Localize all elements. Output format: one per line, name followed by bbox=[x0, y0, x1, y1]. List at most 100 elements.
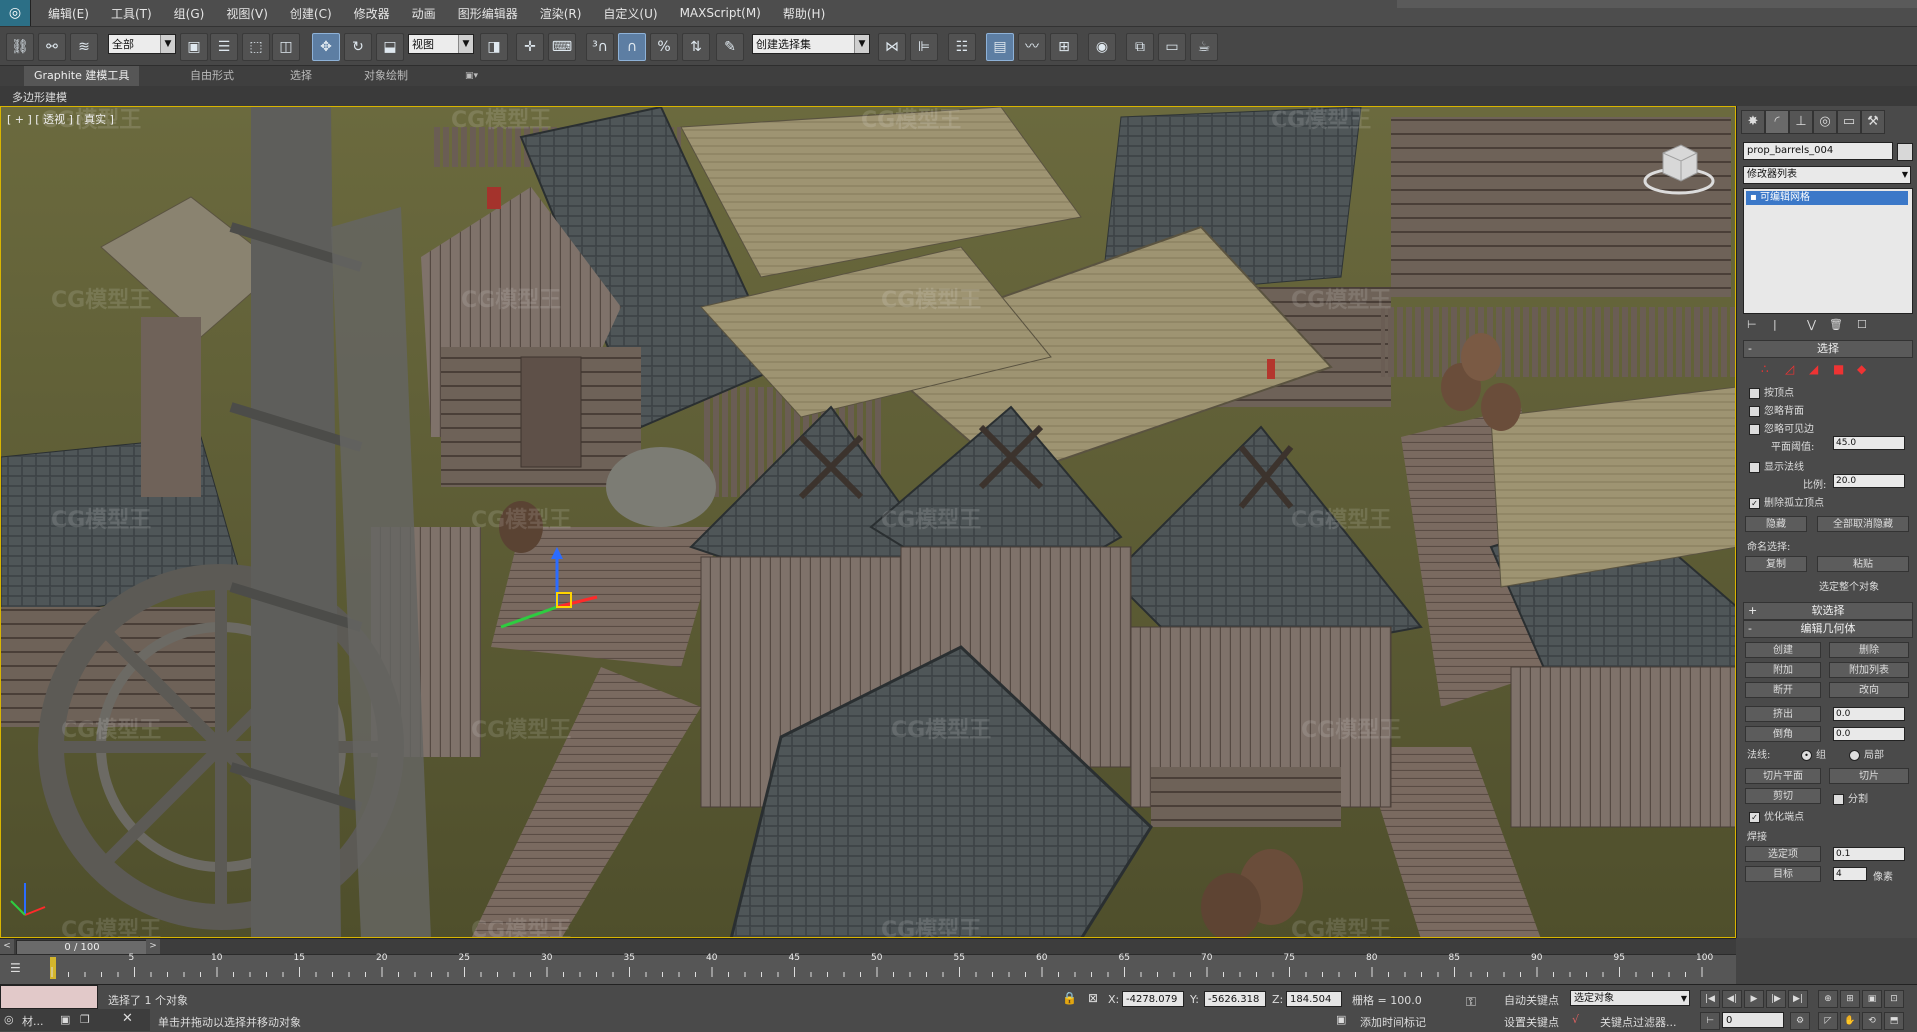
make-unique-icon[interactable]: ⋁ bbox=[1807, 318, 1816, 331]
key-selection-dropdown[interactable]: 选定对象 ▼ bbox=[1570, 990, 1690, 1006]
current-frame-field[interactable]: 0 bbox=[1722, 1012, 1784, 1028]
mirror-icon[interactable]: ⋈ bbox=[878, 33, 906, 61]
menu-animation[interactable]: 动画 bbox=[412, 5, 436, 22]
motion-tab-icon[interactable]: ◎ bbox=[1813, 110, 1837, 134]
tab-object-paint[interactable]: 对象绘制 bbox=[354, 66, 418, 86]
menu-rendering[interactable]: 渲染(R) bbox=[540, 5, 582, 22]
time-config-icon[interactable]: ⚙ bbox=[1790, 1012, 1810, 1030]
key-filters-button[interactable]: 关键点过滤器... bbox=[1600, 1014, 1677, 1030]
y-coordinate-field[interactable]: -5626.318 bbox=[1204, 991, 1266, 1007]
script-tab-label[interactable]: 材... bbox=[22, 1013, 44, 1029]
script-tab-icon[interactable]: ◎ bbox=[4, 1013, 14, 1026]
planar-threshold-spinner[interactable]: 45.0 bbox=[1833, 436, 1905, 450]
configure-sets-icon[interactable]: ☐ bbox=[1857, 318, 1867, 331]
absolute-mode-icon[interactable]: ⊠ bbox=[1088, 991, 1098, 1005]
break-button[interactable]: 断开 bbox=[1745, 682, 1821, 698]
window-icon[interactable]: ▣ bbox=[60, 1013, 70, 1026]
subobject-polygon-icon[interactable]: ■ bbox=[1833, 362, 1844, 376]
render-setup-icon[interactable]: ⧉ bbox=[1126, 33, 1154, 61]
remove-modifier-icon[interactable]: 🗑 bbox=[1829, 318, 1843, 331]
weld-target-spinner[interactable]: 4 bbox=[1833, 867, 1867, 881]
utilities-tab-icon[interactable]: ⚒ bbox=[1861, 110, 1885, 134]
field-of-view-icon[interactable]: ◸ bbox=[1818, 1012, 1838, 1030]
zoom-extents-icon[interactable]: ▣ bbox=[1862, 990, 1882, 1008]
app-logo-icon[interactable]: ◎ bbox=[0, 0, 31, 26]
bind-space-warp-icon[interactable]: ≋ bbox=[70, 33, 98, 61]
menu-maxscript[interactable]: MAXScript(M) bbox=[680, 6, 761, 20]
menu-customize[interactable]: 自定义(U) bbox=[603, 5, 657, 22]
graphite-ribbon-icon[interactable]: ▤ bbox=[986, 33, 1014, 61]
menu-edit[interactable]: 编辑(E) bbox=[48, 5, 89, 22]
extrude-button[interactable]: 挤出 bbox=[1745, 706, 1821, 722]
manipulate-icon[interactable]: ✛ bbox=[516, 33, 544, 61]
menu-tools[interactable]: 工具(T) bbox=[111, 5, 152, 22]
polygon-modeling-label[interactable]: 多边形建模 bbox=[12, 89, 67, 105]
subobject-element-icon[interactable]: ◆ bbox=[1857, 362, 1866, 376]
curve-editor-icon[interactable]: 〰 bbox=[1018, 33, 1046, 61]
lock-selection-icon[interactable]: 🔒 bbox=[1062, 991, 1077, 1005]
modifier-list-dropdown[interactable]: 修改器列表 ▼ bbox=[1743, 166, 1911, 184]
subobject-vertex-icon[interactable]: ∴ bbox=[1761, 362, 1769, 376]
ignore-backfacing-checkbox[interactable]: 忽略背面 bbox=[1749, 402, 1804, 417]
select-move-icon[interactable]: ✥ bbox=[312, 33, 340, 61]
hide-button[interactable]: 隐藏 bbox=[1745, 516, 1807, 532]
spinner-snap-icon[interactable]: ⇅ bbox=[682, 33, 710, 61]
hierarchy-tab-icon[interactable]: ⊥ bbox=[1789, 110, 1813, 134]
material-editor-icon[interactable]: ◉ bbox=[1088, 33, 1116, 61]
link-icon[interactable]: ⛓ bbox=[6, 33, 34, 61]
menu-create[interactable]: 创建(C) bbox=[290, 5, 332, 22]
delete-isolated-checkbox[interactable]: ✓ 删除孤立顶点 bbox=[1749, 494, 1824, 509]
angle-snap-icon[interactable]: ∩ bbox=[618, 33, 646, 61]
time-tag-icon[interactable]: ▣ bbox=[1336, 1013, 1346, 1026]
next-frame-icon[interactable]: |▶ bbox=[1766, 990, 1786, 1008]
goto-start-icon[interactable]: |◀ bbox=[1700, 990, 1720, 1008]
zoom-icon[interactable]: ⊕ bbox=[1818, 990, 1838, 1008]
goto-end-icon[interactable]: ▶| bbox=[1788, 990, 1808, 1008]
pivot-center-icon[interactable]: ◨ bbox=[480, 33, 508, 61]
restore-icon[interactable]: ❐ bbox=[80, 1013, 90, 1026]
reference-coord-dropdown[interactable]: 视图 ▼ bbox=[408, 34, 474, 54]
rollout-selection[interactable]: - 选择 bbox=[1743, 340, 1913, 358]
weld-threshold-spinner[interactable]: 0.1 bbox=[1833, 847, 1905, 861]
time-slider[interactable]: < 0 / 100 > bbox=[0, 938, 1736, 955]
rect-selection-icon[interactable]: ⬚ bbox=[242, 33, 270, 61]
show-end-result-icon[interactable]: | bbox=[1773, 318, 1777, 331]
bevel-button[interactable]: 倒角 bbox=[1745, 726, 1821, 742]
stack-item-editable-mesh[interactable]: ▪ 可编辑网格 bbox=[1746, 191, 1908, 205]
by-vertex-checkbox[interactable]: 按顶点 bbox=[1749, 384, 1794, 399]
turn-button[interactable]: 改向 bbox=[1829, 682, 1909, 698]
perspective-viewport[interactable]: [ + ] [ 透视 ] [ 真实 ] CG模型王 CG模型王 CG模型王 CG… bbox=[0, 106, 1736, 938]
object-name-field[interactable]: prop_barrels_004 bbox=[1743, 142, 1893, 160]
attach-list-button[interactable]: 附加列表 bbox=[1829, 662, 1909, 678]
tab-freeform[interactable]: 自由形式 bbox=[180, 66, 244, 86]
show-normals-checkbox[interactable]: 显示法线 bbox=[1749, 458, 1804, 473]
align-icon[interactable]: ⊫ bbox=[910, 33, 938, 61]
modify-tab-icon[interactable]: ◜ bbox=[1765, 110, 1789, 134]
prev-frame-icon[interactable]: ◀| bbox=[1722, 990, 1742, 1008]
keyboard-shortcut-override-icon[interactable]: ⌨ bbox=[548, 33, 576, 61]
select-scale-icon[interactable]: ⬓ bbox=[376, 33, 404, 61]
ribbon-options-icon[interactable]: ▣▾ bbox=[455, 66, 488, 86]
slice-plane-button[interactable]: 切片平面 bbox=[1745, 768, 1821, 784]
named-selection-dropdown[interactable]: 创建选择集 ▼ bbox=[752, 34, 870, 54]
key-filter-icon[interactable]: √ bbox=[1572, 1013, 1579, 1026]
normal-local-radio[interactable]: 局部 bbox=[1849, 746, 1884, 761]
subobject-face-icon[interactable]: ◢ bbox=[1809, 362, 1818, 376]
menu-group[interactable]: 组(G) bbox=[174, 5, 205, 22]
refine-ends-checkbox[interactable]: ✓ 优化端点 bbox=[1749, 808, 1804, 823]
layer-manager-icon[interactable]: ☷ bbox=[948, 33, 976, 61]
attach-button[interactable]: 附加 bbox=[1745, 662, 1821, 678]
render-teapot-icon[interactable]: ☕ bbox=[1190, 33, 1218, 61]
bevel-spinner[interactable]: 0.0 bbox=[1833, 727, 1905, 741]
unhide-all-button[interactable]: 全部取消隐藏 bbox=[1817, 516, 1909, 532]
delete-button[interactable]: 删除 bbox=[1829, 642, 1909, 658]
ignore-visible-edges-checkbox[interactable]: 忽略可见边 bbox=[1749, 420, 1814, 435]
paste-button[interactable]: 粘贴 bbox=[1817, 556, 1909, 572]
normal-group-radio[interactable]: • 组 bbox=[1801, 746, 1826, 761]
extrude-spinner[interactable]: 0.0 bbox=[1833, 707, 1905, 721]
set-key-button[interactable]: 设置关键点 bbox=[1504, 1014, 1559, 1030]
create-tab-icon[interactable]: ✸ bbox=[1741, 110, 1765, 134]
zoom-extents-all-icon[interactable]: ⊡ bbox=[1884, 990, 1904, 1008]
scale-spinner[interactable]: 20.0 bbox=[1833, 474, 1905, 488]
select-object-icon[interactable]: ▣ bbox=[180, 33, 208, 61]
